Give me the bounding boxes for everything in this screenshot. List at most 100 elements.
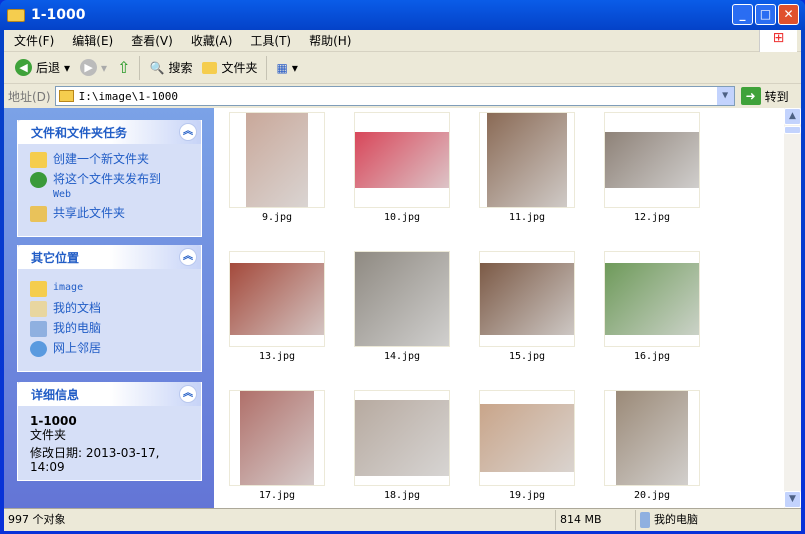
- back-label: 后退: [36, 61, 61, 75]
- network-icon: [30, 341, 47, 357]
- image-preview: [240, 391, 314, 485]
- file-name[interactable]: 20.jpg: [604, 490, 700, 501]
- new-folder-link[interactable]: 创建一个新文件夹: [30, 152, 191, 168]
- folder-icon: [58, 90, 74, 102]
- maximize-button[interactable]: □: [755, 4, 776, 25]
- window-title: 1-1000: [31, 7, 86, 23]
- address-bar: 地址(D) I:\image\1-1000 ▼ ➜ 转到: [4, 84, 801, 108]
- file-name[interactable]: 19.jpg: [479, 490, 575, 501]
- total-size: 814 MB: [556, 510, 636, 530]
- file-thumbnail[interactable]: [604, 390, 700, 486]
- place-my-documents[interactable]: 我的文档: [30, 301, 191, 317]
- documents-icon: [30, 301, 47, 317]
- menu-view[interactable]: 查看(V): [123, 32, 181, 49]
- menu-tools[interactable]: 工具(T): [242, 32, 299, 49]
- image-preview: [605, 263, 699, 335]
- forward-button[interactable]: ▶ ▾: [75, 59, 112, 76]
- file-thumbnail[interactable]: [354, 112, 450, 208]
- up-folder-icon: ⇧: [117, 58, 131, 77]
- address-value: I:\image\1-1000: [78, 89, 178, 103]
- file-thumbnail[interactable]: [229, 390, 325, 486]
- image-preview: [355, 400, 449, 476]
- dropdown-icon[interactable]: ▾: [64, 61, 70, 75]
- title-bar: 1-1000 _ □ ✕: [0, 0, 805, 30]
- menu-edit[interactable]: 编辑(E): [64, 32, 121, 49]
- file-name[interactable]: 18.jpg: [354, 490, 450, 501]
- globe-icon: [30, 172, 47, 188]
- image-preview: [230, 263, 324, 335]
- place-my-computer[interactable]: 我的电脑: [30, 321, 191, 337]
- folder-icon: [30, 281, 47, 297]
- file-thumbnail[interactable]: [354, 390, 450, 486]
- places-panel: 其它位置 ︽ image 我的文档 我的电脑 网上邻居: [17, 245, 202, 372]
- file-name[interactable]: 14.jpg: [354, 351, 450, 362]
- file-thumbnail[interactable]: [479, 390, 575, 486]
- link-label: 网上邻居: [53, 341, 102, 355]
- file-name[interactable]: 11.jpg: [479, 212, 575, 223]
- back-button[interactable]: ◀ 后退 ▾: [10, 59, 75, 76]
- image-preview: [355, 252, 449, 346]
- scroll-down-button[interactable]: ▼: [784, 491, 801, 508]
- file-name[interactable]: 9.jpg: [229, 212, 325, 223]
- collapse-icon[interactable]: ︽: [179, 248, 197, 266]
- link-label: 我的文档: [53, 301, 102, 315]
- menu-file[interactable]: 文件(F): [6, 32, 62, 49]
- forward-arrow-icon: ▶: [80, 59, 98, 76]
- share-folder-link[interactable]: 共享此文件夹: [30, 206, 191, 222]
- menu-favorites[interactable]: 收藏(A): [183, 32, 241, 49]
- menu-help[interactable]: 帮助(H): [301, 32, 359, 49]
- detail-name: 1-1000: [30, 414, 77, 428]
- file-name[interactable]: 16.jpg: [604, 351, 700, 362]
- file-thumbnail[interactable]: [229, 112, 325, 208]
- status-bar: 997 个对象 814 MB 我的电脑: [4, 508, 801, 531]
- file-thumbnail[interactable]: [229, 251, 325, 347]
- place-network[interactable]: 网上邻居: [30, 341, 191, 357]
- address-input[interactable]: I:\image\1-1000 ▼: [54, 86, 735, 106]
- task-pane: 文件和文件夹任务 ︽ 创建一个新文件夹 将这个文件夹发布到 Web 共享此文件夹 其…: [4, 108, 214, 508]
- explorer-window: 1-1000 _ □ ✕ 文件(F) 编辑(E) 查看(V) 收藏(A) 工具(…: [0, 0, 805, 534]
- file-thumbnail[interactable]: [479, 112, 575, 208]
- file-thumbnail[interactable]: [479, 251, 575, 347]
- panel-title: 其它位置: [31, 250, 80, 265]
- scroll-thumb[interactable]: [784, 126, 801, 134]
- details-panel: 详细信息 ︽ 1-1000 文件夹 修改日期: 2013-03-17, 14:09: [17, 382, 202, 481]
- folder-icon: [7, 8, 25, 22]
- file-name[interactable]: 17.jpg: [229, 490, 325, 501]
- address-dropdown[interactable]: ▼: [716, 87, 734, 105]
- publish-web-link[interactable]: 将这个文件夹发布到 Web: [30, 172, 191, 202]
- windows-logo-icon: ⊞: [759, 30, 797, 52]
- file-name[interactable]: 13.jpg: [229, 351, 325, 362]
- tasks-panel: 文件和文件夹任务 ︽ 创建一个新文件夹 将这个文件夹发布到 Web 共享此文件夹: [17, 120, 202, 237]
- image-preview: [605, 132, 699, 188]
- computer-icon: [30, 321, 47, 337]
- panel-title: 文件和文件夹任务: [31, 125, 128, 140]
- file-name[interactable]: 10.jpg: [354, 212, 450, 223]
- scrollbar[interactable]: ▲ ▼: [784, 108, 801, 508]
- scroll-up-button[interactable]: ▲: [784, 108, 801, 125]
- views-button[interactable]: ▦ ▾: [271, 61, 302, 75]
- detail-modified: 修改日期: 2013-03-17,: [30, 446, 160, 460]
- place-image[interactable]: image: [30, 281, 191, 297]
- close-button[interactable]: ✕: [778, 4, 799, 25]
- file-thumbnail[interactable]: [354, 251, 450, 347]
- link-label: 创建一个新文件夹: [53, 152, 150, 166]
- search-button[interactable]: 🔍 搜索: [144, 59, 197, 76]
- collapse-icon[interactable]: ︽: [179, 123, 197, 141]
- file-name[interactable]: 15.jpg: [479, 351, 575, 362]
- image-preview: [487, 113, 567, 207]
- detail-time: 14:09: [30, 460, 65, 474]
- file-name[interactable]: 12.jpg: [604, 212, 700, 223]
- folders-button[interactable]: 文件夹: [197, 59, 262, 76]
- collapse-icon[interactable]: ︽: [179, 385, 197, 403]
- minimize-button[interactable]: _: [732, 4, 753, 25]
- file-thumbnail[interactable]: [604, 251, 700, 347]
- panel-title: 详细信息: [31, 387, 80, 402]
- menu-bar: 文件(F) 编辑(E) 查看(V) 收藏(A) 工具(T) 帮助(H) ⊞: [4, 30, 801, 52]
- up-folder-button[interactable]: ⇧: [112, 58, 135, 77]
- search-label: 搜索: [168, 61, 193, 75]
- go-button[interactable]: ➜ 转到: [740, 87, 789, 105]
- file-thumbnail[interactable]: [604, 112, 700, 208]
- share-folder-icon: [30, 206, 47, 222]
- computer-icon: [640, 512, 650, 528]
- image-preview: [480, 404, 574, 472]
